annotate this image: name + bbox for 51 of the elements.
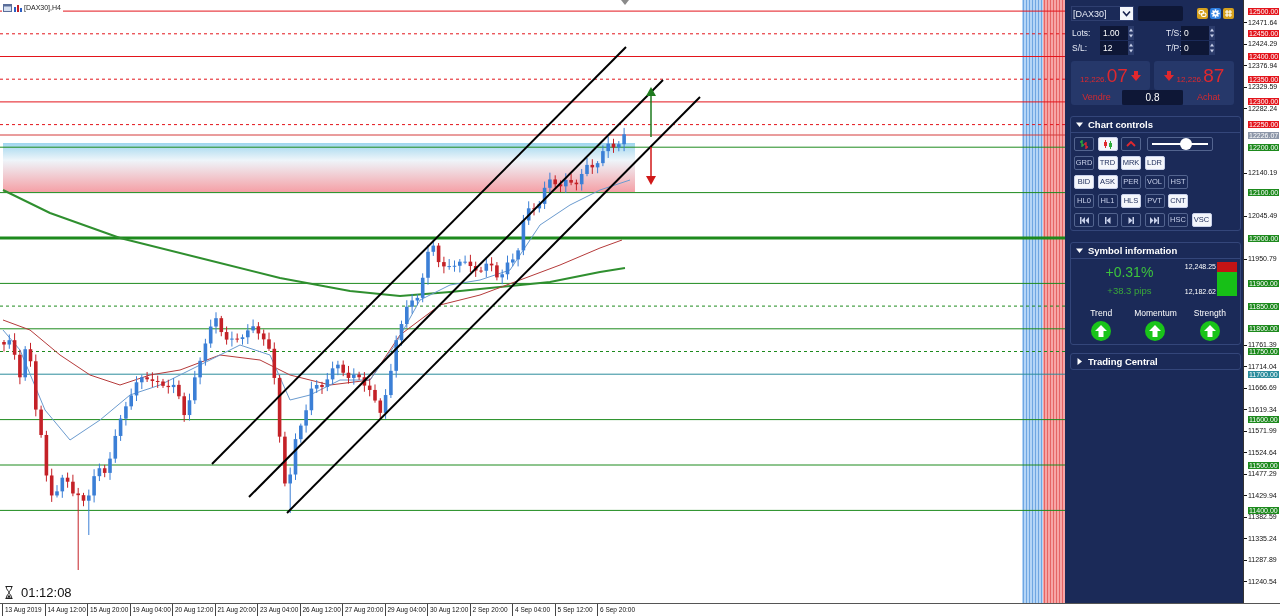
navigation-button[interactable]: [1144, 213, 1165, 227]
step-forward-icon: [1126, 216, 1136, 224]
skip-start-icon: [1079, 216, 1089, 224]
grid-icon[interactable]: [1223, 8, 1234, 19]
field-label: T/S:: [1166, 28, 1181, 38]
indicator-label: Strength: [1193, 308, 1226, 318]
spinner-icon[interactable]: [1209, 41, 1215, 55]
navigation-button[interactable]: [1121, 213, 1141, 227]
symbol-dropdown[interactable]: [DAX30]: [1071, 6, 1134, 21]
indicator-label: Trend: [1090, 308, 1113, 318]
candlestick-icon: [1102, 139, 1113, 149]
field-label: S/L:: [1072, 43, 1089, 53]
navigation-button[interactable]: [1097, 213, 1118, 227]
spinner-icon[interactable]: [1128, 41, 1134, 55]
section-header[interactable]: Chart controls: [1071, 117, 1240, 133]
skip-end-icon: [1150, 216, 1159, 224]
spread-field: 0.8: [1122, 90, 1183, 105]
shift-marker-icon: [621, 0, 629, 5]
settings-icon[interactable]: [1210, 8, 1221, 19]
down-arrow: [646, 146, 656, 185]
section-header[interactable]: Symbol information: [1071, 243, 1240, 259]
price-text: 12,226.07: [1080, 65, 1128, 86]
chevron-down-icon: [1120, 7, 1133, 20]
window-icon: [3, 4, 12, 12]
link-icon[interactable]: [1197, 8, 1208, 19]
step-back-icon: [1103, 216, 1112, 224]
change-percent: +0.31%: [1105, 264, 1154, 281]
slider-thumb[interactable]: [1179, 138, 1192, 150]
down-arrow-icon: [1163, 70, 1174, 81]
field-label: Lots:: [1072, 28, 1092, 38]
spinner-icon[interactable]: [1128, 26, 1134, 40]
field-label: T/P:: [1166, 43, 1181, 53]
hourglass-icon: [5, 586, 13, 599]
price-text: 12,226.87: [1176, 65, 1225, 86]
chevron-up-icon: [1126, 141, 1136, 147]
spinner-icon[interactable]: [1209, 26, 1215, 40]
up-arrow: [646, 87, 656, 138]
ohlc-bars-icon: [1079, 139, 1089, 149]
number-field[interactable]: 0: [1181, 26, 1209, 40]
change-pips: +38.3 pips: [1107, 284, 1152, 297]
number-field[interactable]: 1.00: [1100, 26, 1128, 40]
zoom-slider[interactable]: [1146, 137, 1213, 151]
input-field[interactable]: [1138, 6, 1183, 21]
number-field[interactable]: 0: [1181, 41, 1209, 55]
down-arrow-icon: [1130, 70, 1141, 81]
section-header[interactable]: Trading Central: [1071, 354, 1240, 369]
candle-timer: 01:12:08: [21, 585, 72, 600]
navigation-button[interactable]: [1074, 213, 1094, 227]
bar-chart-icon: [14, 4, 22, 12]
indicator-label: Momentum: [1134, 308, 1177, 318]
number-field[interactable]: 12: [1100, 41, 1128, 55]
